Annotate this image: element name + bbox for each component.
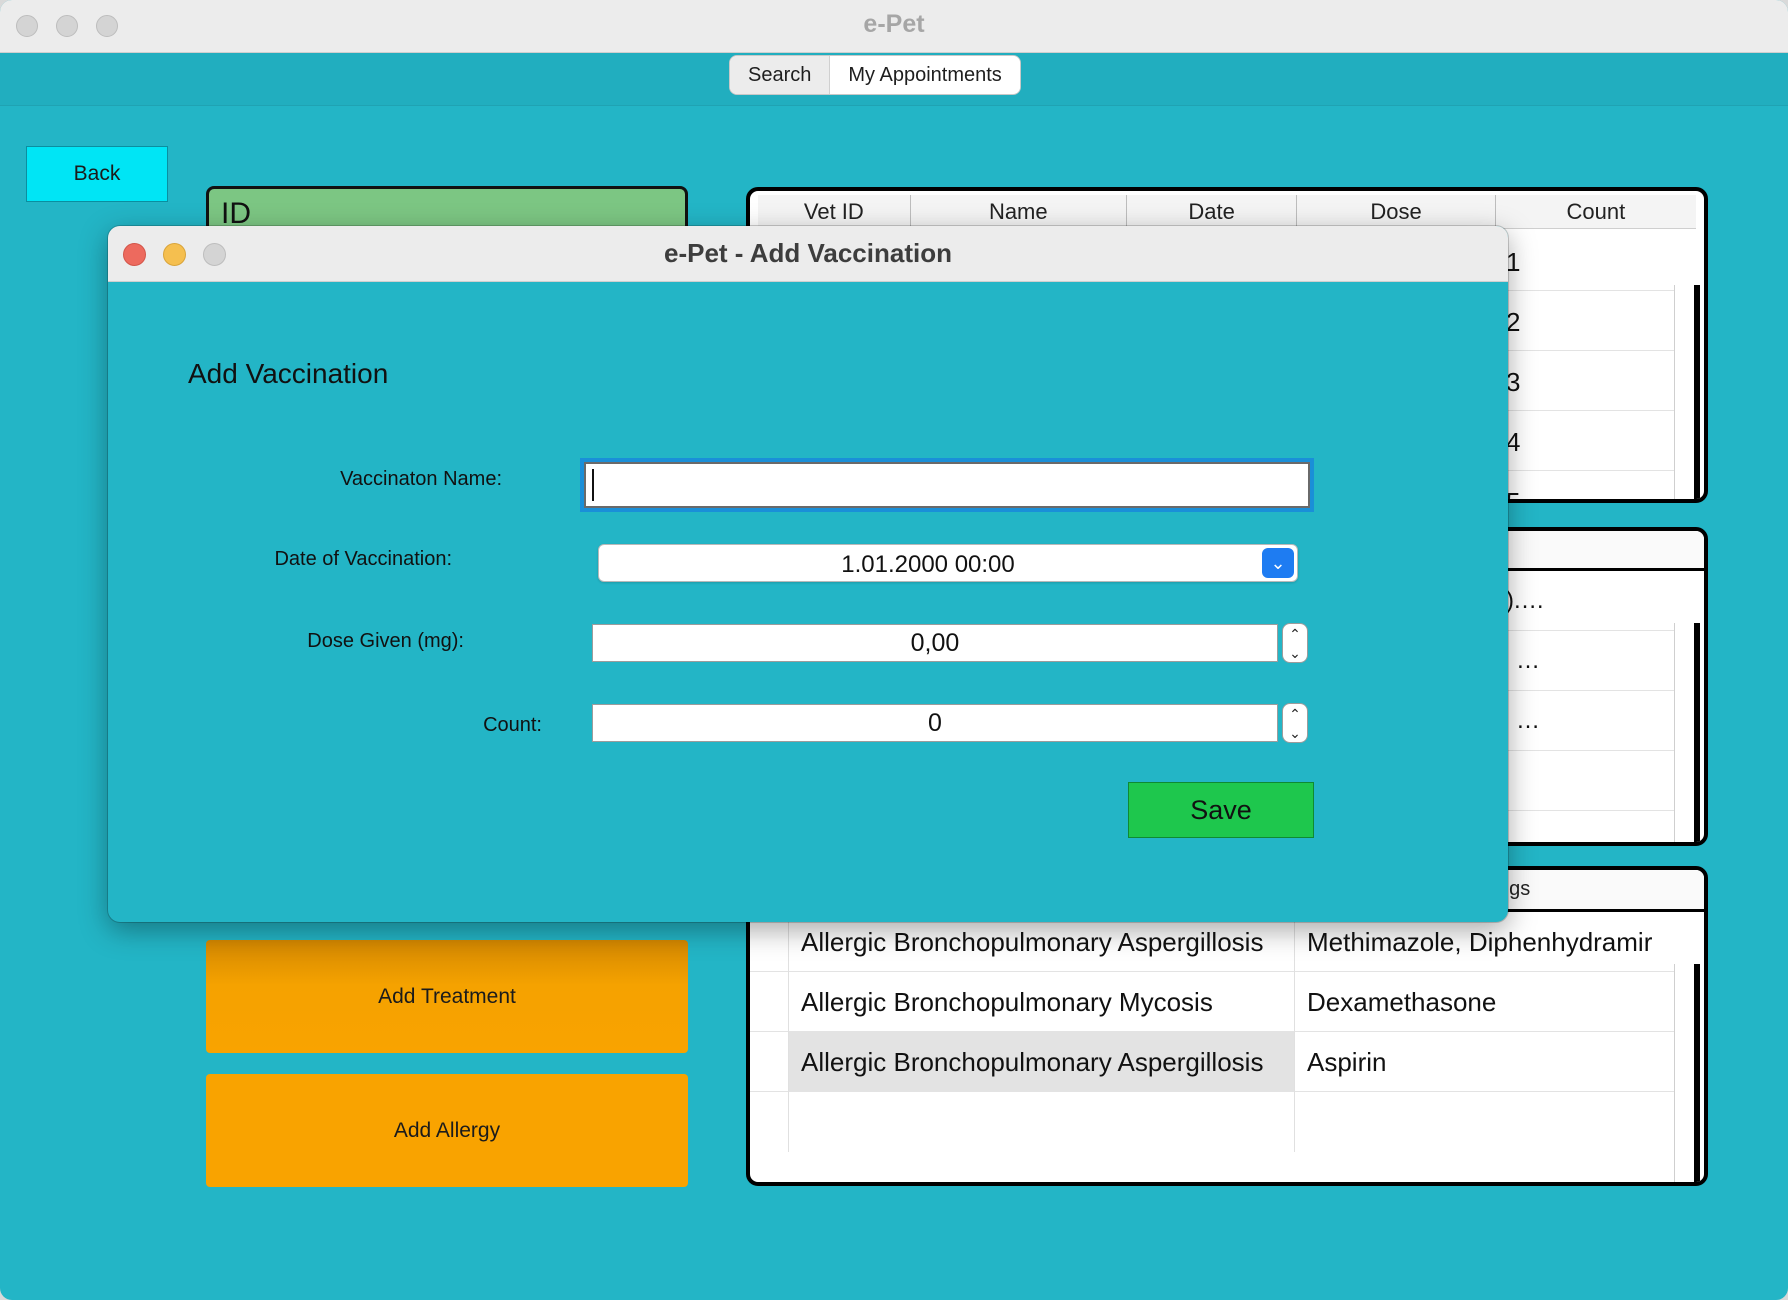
main-titlebar: e-Pet [0,0,1788,53]
count-label: Count: [483,714,542,736]
dose-given-spinner[interactable]: 0,00 [592,624,1278,662]
allergy-name-cell: Allergic Bronchopulmonary Aspergillosis [788,1032,1294,1092]
count-cell: 2 [1506,307,1521,337]
tab-search[interactable]: Search [730,56,831,94]
table-row[interactable]: Allergic Bronchopulmonary Aspergillosis … [750,1032,1674,1092]
chevron-up-icon[interactable]: ⌃ [1283,624,1307,644]
chevron-down-icon[interactable]: ⌄ [1283,643,1307,663]
dialog-title: e-Pet - Add Vaccination [664,238,952,268]
tab-strip: Search My Appointments [729,55,1021,95]
tab-bar: Search My Appointments [0,53,1788,106]
text-caret [592,469,594,501]
count-cell: 4 [1506,427,1521,457]
treatment-table-scrollbar[interactable] [1674,623,1700,842]
count-stepper[interactable]: ⌃ ⌄ [1282,703,1308,743]
scrollbar-thumb[interactable] [1694,285,1700,499]
allergy-table-scrollbar[interactable] [1674,964,1700,1182]
truncated-cell: ).… [1506,587,1545,614]
vaccination-table-header: Vet ID Name Date Dose Count [758,195,1696,229]
tab-my-appointments[interactable]: My Appointments [830,56,1020,94]
vaccination-name-input[interactable] [580,458,1314,512]
column-header-count[interactable]: Count [1496,195,1696,228]
allergy-name-cell: Allergic Bronchopulmonary Mycosis [788,972,1294,1032]
allergy-drugs-cell: Dexamethasone [1294,972,1684,1032]
date-of-vaccination-label: Date of Vaccination: [274,548,452,570]
allergy-name-cell [788,1092,1294,1152]
vaccination-table-scrollbar[interactable] [1674,285,1700,499]
table-row[interactable]: Allergic Bronchopulmonary Mycosis Dexame… [750,972,1674,1032]
chevron-down-icon[interactable]: ⌄ [1262,548,1294,578]
dialog-titlebar: e-Pet - Add Vaccination [108,226,1508,282]
date-value: 1.01.2000 00:00 [841,551,1015,578]
window-title: e-Pet [863,10,925,38]
chevron-up-icon[interactable]: ⌃ [1283,704,1307,724]
scrollbar-thumb[interactable] [1694,964,1700,1182]
allergy-drugs-cell [1294,1092,1684,1152]
column-header-vet-id[interactable]: Vet ID [758,195,911,228]
dose-given-label: Dose Given (mg): [307,630,464,652]
truncated-cell: … [1516,647,1540,674]
column-header-name[interactable]: Name [911,195,1127,228]
dialog-heading: Add Vaccination [188,358,389,389]
add-vaccination-dialog: e-Pet - Add Vaccination Add Vaccination … [108,226,1508,922]
add-allergy-button[interactable]: Add Allergy [206,1074,688,1187]
column-header-dose[interactable]: Dose [1297,195,1496,228]
count-cell: 5 [1506,487,1521,503]
truncated-cell: … [1516,707,1540,734]
dose-stepper[interactable]: ⌃ ⌄ [1282,623,1308,663]
table-row[interactable] [750,1092,1674,1152]
back-button[interactable]: Back [26,146,168,202]
date-of-vaccination-picker[interactable]: 1.01.2000 00:00 ⌄ [598,544,1298,582]
add-treatment-button[interactable]: Add Treatment [206,940,688,1053]
scrollbar-thumb[interactable] [1694,623,1700,842]
allergy-drugs-cell: Aspirin [1294,1032,1684,1092]
count-cell: 3 [1506,367,1521,397]
vaccination-name-label: Vaccinaton Name: [340,468,502,490]
chevron-down-icon[interactable]: ⌄ [1283,723,1307,743]
column-header-date[interactable]: Date [1127,195,1298,228]
save-button[interactable]: Save [1128,782,1314,838]
count-cell: 1 [1506,247,1521,277]
count-spinner[interactable]: 0 [592,704,1278,742]
